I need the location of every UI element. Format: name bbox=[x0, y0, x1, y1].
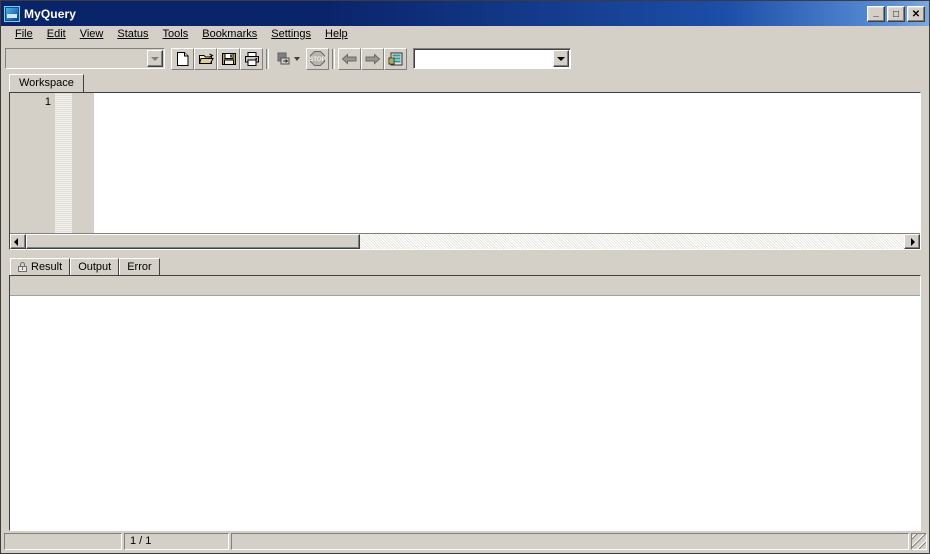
line-number-gutter: 1 bbox=[10, 93, 55, 233]
tab-error[interactable]: Error bbox=[119, 258, 160, 275]
close-icon: ✕ bbox=[911, 8, 921, 20]
execute-button[interactable] bbox=[272, 47, 306, 70]
menu-status[interactable]: Status bbox=[110, 27, 155, 43]
title-bar[interactable]: MyQuery _ □ ✕ bbox=[1, 1, 929, 26]
menu-settings-label: Settings bbox=[271, 28, 312, 40]
tab-output[interactable]: Output bbox=[70, 258, 120, 275]
sql-editor-panel: 1 bbox=[9, 92, 921, 250]
menu-file-label: File bbox=[15, 28, 33, 40]
status-panel-info bbox=[231, 533, 909, 550]
menu-status-label: Status bbox=[117, 28, 149, 40]
stop-button[interactable]: STOP bbox=[306, 47, 329, 70]
new-file-button[interactable] bbox=[171, 47, 194, 70]
database-button[interactable] bbox=[384, 47, 407, 70]
menu-help-label: Help bbox=[325, 28, 348, 40]
menu-edit[interactable]: Edit bbox=[40, 27, 73, 43]
tab-result-label: Result bbox=[31, 261, 63, 273]
menu-bookmarks-label: Bookmarks bbox=[202, 28, 258, 40]
tab-error-label: Error bbox=[127, 261, 152, 273]
tabstrip-filler bbox=[84, 74, 929, 92]
maximize-icon: □ bbox=[892, 8, 900, 20]
tab-workspace[interactable]: Workspace bbox=[9, 74, 84, 92]
query-history-value[interactable] bbox=[414, 49, 553, 68]
scroll-left-arrow[interactable] bbox=[10, 234, 26, 249]
floppy-disk-icon bbox=[221, 52, 236, 65]
toolbar: STOP bbox=[1, 45, 929, 72]
database-icon bbox=[388, 52, 402, 65]
connection-combo-value bbox=[6, 49, 147, 68]
menu-settings[interactable]: Settings bbox=[264, 27, 318, 43]
menu-bar: File Edit View Status Tools Bookmarks Se… bbox=[1, 26, 929, 45]
minimize-icon: _ bbox=[873, 6, 879, 18]
folding-margin[interactable] bbox=[55, 93, 72, 233]
back-button[interactable] bbox=[338, 47, 361, 70]
arrow-right-icon bbox=[365, 52, 381, 65]
result-grid-panel bbox=[9, 275, 921, 531]
editor-scroll-thumb[interactable] bbox=[26, 234, 360, 249]
open-folder-icon bbox=[198, 53, 214, 64]
menu-view[interactable]: View bbox=[73, 27, 111, 43]
save-file-button[interactable] bbox=[217, 47, 240, 70]
application-window: MyQuery _ □ ✕ File Edit View Status Tool… bbox=[0, 0, 930, 554]
sql-editor-body[interactable]: 1 bbox=[10, 93, 920, 233]
connection-combo[interactable] bbox=[5, 48, 165, 69]
arrow-left-icon bbox=[341, 52, 357, 65]
workspace-tabstrip: Workspace bbox=[1, 72, 929, 92]
menu-view-label: View bbox=[79, 28, 104, 40]
minimize-button[interactable]: _ bbox=[867, 5, 885, 22]
status-panel-message bbox=[4, 533, 122, 550]
query-history-combo[interactable] bbox=[413, 48, 571, 69]
toolbar-separator-2 bbox=[332, 48, 335, 69]
status-bar: 1 / 1 bbox=[1, 531, 929, 553]
sql-editor-textarea[interactable] bbox=[94, 93, 920, 233]
myquery-app-icon[interactable] bbox=[4, 5, 20, 22]
editor-scroll-track[interactable] bbox=[26, 234, 904, 249]
scroll-right-arrow[interactable] bbox=[904, 234, 920, 249]
results-tabstrip: Result Output Error bbox=[1, 256, 929, 275]
close-button[interactable]: ✕ bbox=[907, 5, 925, 22]
menu-bookmarks[interactable]: Bookmarks bbox=[195, 27, 264, 43]
toolbar-separator-1 bbox=[266, 48, 269, 69]
status-panel-page: 1 / 1 bbox=[124, 533, 229, 550]
result-grid-body[interactable] bbox=[10, 296, 920, 530]
chevron-down-icon[interactable] bbox=[553, 50, 569, 67]
printer-icon bbox=[244, 51, 259, 66]
lock-icon bbox=[18, 262, 27, 272]
menu-edit-label: Edit bbox=[46, 28, 66, 40]
tab-result[interactable]: Result bbox=[10, 258, 71, 275]
menu-tools[interactable]: Tools bbox=[156, 27, 196, 43]
menu-help[interactable]: Help bbox=[318, 27, 355, 43]
svg-text:STOP: STOP bbox=[309, 57, 325, 63]
maximize-button[interactable]: □ bbox=[887, 5, 905, 22]
tab-output-label: Output bbox=[78, 261, 112, 273]
results-tabstrip-filler bbox=[160, 257, 929, 275]
new-document-icon bbox=[176, 51, 188, 66]
editor-horizontal-scrollbar[interactable] bbox=[10, 233, 920, 249]
execute-query-icon bbox=[277, 52, 290, 64]
result-grid-header[interactable] bbox=[10, 276, 920, 296]
chevron-down-icon[interactable] bbox=[147, 50, 163, 67]
menu-file[interactable]: File bbox=[8, 27, 40, 43]
resize-grip[interactable] bbox=[911, 533, 927, 550]
window-controls: _ □ ✕ bbox=[867, 5, 925, 22]
window-title: MyQuery bbox=[24, 6, 77, 21]
forward-button[interactable] bbox=[361, 47, 384, 70]
chevron-down-icon[interactable] bbox=[294, 56, 300, 61]
bookmark-margin[interactable] bbox=[72, 93, 94, 233]
menu-tools-label: Tools bbox=[162, 28, 189, 40]
print-button[interactable] bbox=[240, 47, 263, 70]
stop-sign-icon: STOP bbox=[309, 51, 326, 66]
open-file-button[interactable] bbox=[194, 47, 217, 70]
